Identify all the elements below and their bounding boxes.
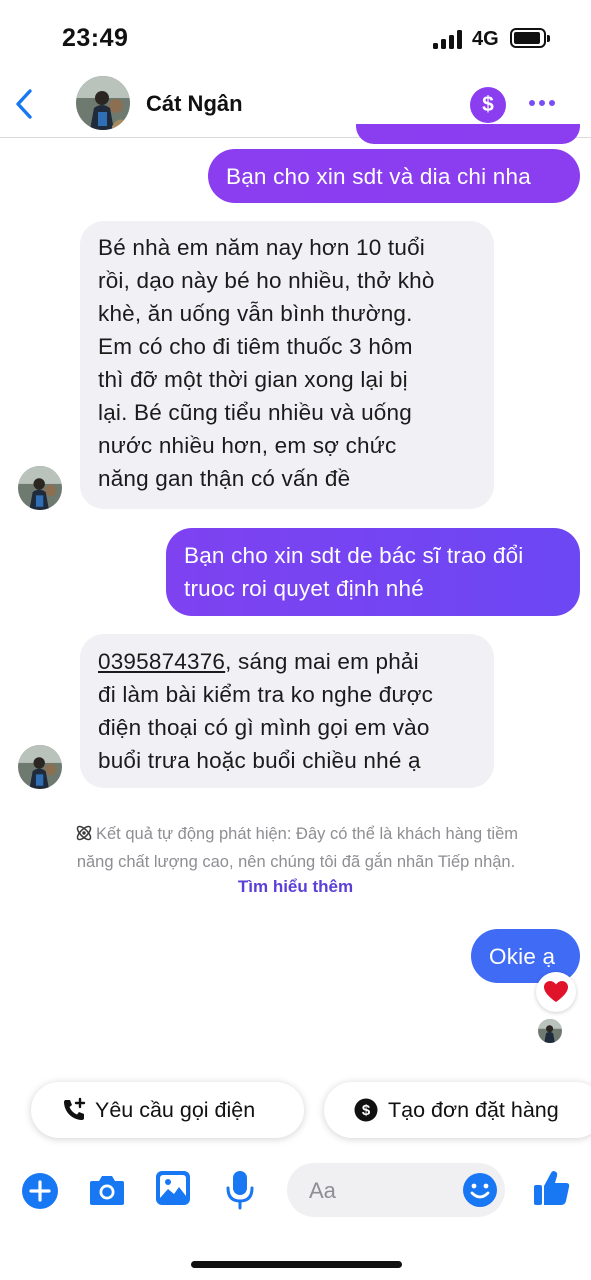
payment-dollar-icon[interactable]: $ — [470, 87, 506, 123]
outgoing-message[interactable]: Bạn cho xin sdt và dia chi nha — [208, 149, 580, 203]
message-line: năng gan thận có vấn đề — [98, 466, 351, 491]
svg-text:$: $ — [362, 1102, 371, 1119]
camera-icon[interactable] — [88, 1172, 126, 1208]
status-bar: 23:49 4G — [0, 0, 591, 78]
message-line: đi làm bài kiểm tra ko nghe được — [98, 682, 434, 707]
gallery-image-icon[interactable] — [155, 1170, 191, 1206]
atom-icon — [76, 825, 92, 841]
message-line: khè, ăn uống vẫn bình thường. — [98, 301, 413, 326]
message-line: thì đỡ một thời gian xong lại bị — [98, 367, 408, 392]
outgoing-message[interactable]: Bạn cho xin sdt de bác sĩ trao đổi truoc… — [166, 528, 580, 616]
incoming-message[interactable]: Bé nhà em năm nay hơn 10 tuổi rồi, dạo n… — [80, 221, 494, 509]
message-input[interactable]: Aa — [287, 1163, 505, 1217]
message-line: , sáng mai em phải — [225, 649, 419, 674]
message-input-placeholder: Aa — [309, 1178, 336, 1203]
microphone-icon[interactable] — [224, 1170, 256, 1210]
signal-strength-icon — [433, 30, 463, 49]
auto-detect-notice: Kết quả tự động phát hiện: Đây có thể là… — [26, 820, 566, 876]
message-line: Bé nhà em năm nay hơn 10 tuổi — [98, 235, 426, 260]
notice-line-1: Kết quả tự động phát hiện: Đây có thể là… — [96, 825, 518, 843]
message-composer: Aa — [0, 1158, 591, 1224]
phone-number-link[interactable]: 0395874376 — [98, 649, 225, 674]
sender-avatar[interactable] — [18, 466, 62, 510]
sender-avatar[interactable] — [18, 745, 62, 789]
message-line: buổi trưa hoặc buổi chiều nhé ạ — [98, 748, 421, 773]
notice-line-2: năng chất lượng cao, nên chúng tôi đã gắ… — [76, 853, 516, 871]
dollar-circle-icon: $ — [354, 1098, 378, 1122]
request-call-label: Yêu cầu gọi điện — [95, 1098, 256, 1122]
message-line: rồi, dạo này bé ho nhiều, thở khò — [98, 268, 435, 293]
create-order-button[interactable]: $ Tạo đơn đặt hàng — [324, 1082, 591, 1138]
previous-message-edge — [356, 124, 580, 144]
back-arrow-icon[interactable] — [10, 86, 40, 122]
message-line: điện thoại có gì mình gọi em vào — [98, 715, 430, 740]
battery-icon — [510, 28, 550, 48]
heart-reaction-icon[interactable] — [536, 972, 576, 1012]
message-line: Em có cho đi tiêm thuốc 3 hôm — [98, 334, 413, 359]
add-plus-icon[interactable] — [21, 1172, 59, 1210]
contact-name[interactable]: Cát Ngân — [146, 91, 243, 117]
message-text: Okie ạ — [489, 944, 556, 969]
message-line: lại. Bé cũng tiểu nhiều và uống — [98, 400, 412, 425]
network-type: 4G — [472, 28, 499, 50]
message-line: Bạn cho xin sdt de bác sĩ trao đổi — [184, 543, 524, 568]
phone-plus-icon — [64, 1097, 86, 1120]
learn-more-link[interactable]: Tìm hiểu thêm — [0, 877, 591, 897]
create-order-label: Tạo đơn đặt hàng — [388, 1098, 559, 1122]
contact-avatar[interactable] — [76, 76, 130, 130]
read-receipt-avatar — [538, 1019, 562, 1043]
message-text: Bạn cho xin sdt và dia chi nha — [226, 164, 531, 189]
incoming-message[interactable]: 0395874376, sáng mai em phải đi làm bài … — [80, 634, 494, 788]
status-time: 23:49 — [62, 24, 129, 52]
message-line: nước nhiều hơn, em sợ chức — [98, 433, 397, 458]
thumbs-up-icon[interactable] — [532, 1168, 572, 1208]
emoji-icon[interactable] — [461, 1171, 499, 1209]
home-indicator — [191, 1261, 402, 1268]
more-options-icon[interactable] — [526, 99, 558, 109]
request-call-button[interactable]: Yêu cầu gọi điện — [31, 1082, 304, 1138]
message-line: truoc roi quyet định nhé — [184, 576, 424, 601]
